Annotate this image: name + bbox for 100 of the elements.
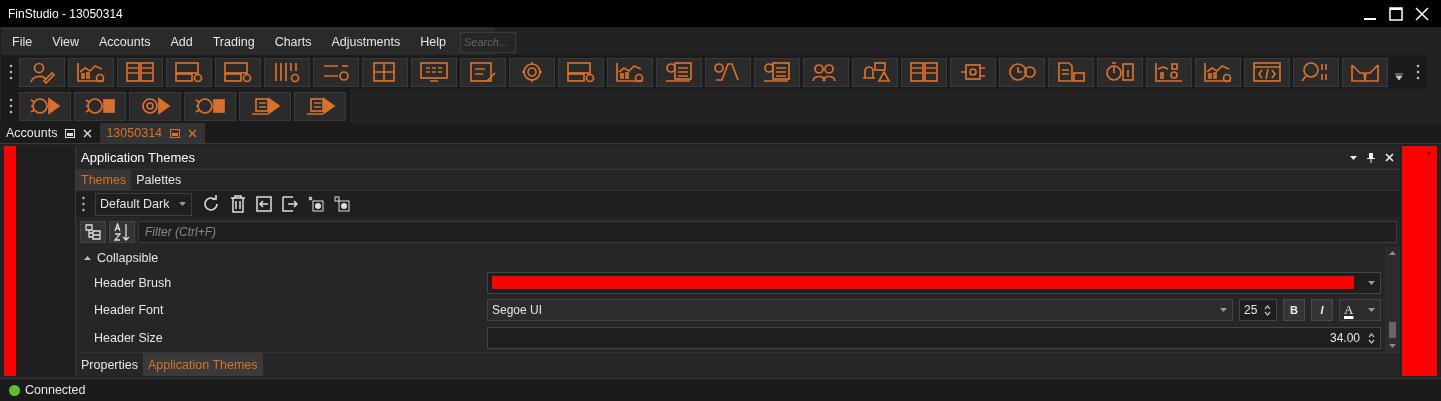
scroll-up-icon[interactable]: [1389, 251, 1396, 255]
menu-item[interactable]: Add: [160, 35, 203, 49]
toolbar-button[interactable]: [950, 57, 996, 87]
toolbar-button[interactable]: [1097, 57, 1143, 87]
property-label: Header Brush: [93, 275, 173, 290]
toolbar-button[interactable]: [239, 91, 291, 121]
panels-icon: [908, 60, 940, 84]
toolbar-button[interactable]: [1293, 57, 1339, 87]
columns-icon: [124, 60, 156, 84]
export-icon[interactable]: [282, 196, 299, 212]
scrollbar[interactable]: [1385, 247, 1400, 352]
menu-item[interactable]: File: [2, 35, 43, 49]
toolbar-button[interactable]: [184, 91, 236, 121]
chart-shapes-icon: [1153, 60, 1185, 84]
list-add-icon: [761, 60, 793, 84]
pin-icon[interactable]: [1367, 152, 1375, 163]
toolbar-button[interactable]: [1048, 57, 1094, 87]
property-label: Header Size: [93, 331, 164, 346]
menu-item[interactable]: Help: [410, 35, 456, 49]
grip-icon[interactable]: [9, 96, 13, 116]
number-spinner[interactable]: 34.00: [487, 327, 1381, 350]
grip-icon[interactable]: [9, 62, 13, 82]
toolbar-button[interactable]: [215, 57, 261, 87]
font-dropdown[interactable]: Segoe UI: [487, 299, 1233, 322]
toolbar-button[interactable]: [166, 57, 212, 87]
overflow-icon[interactable]: [1395, 73, 1403, 81]
toolbar-button[interactable]: [460, 57, 506, 87]
toolbar-button[interactable]: [754, 57, 800, 87]
dropdown-icon[interactable]: [1350, 155, 1357, 160]
toolbar-button[interactable]: [19, 57, 65, 87]
font-size-spinner[interactable]: 25: [1239, 299, 1277, 322]
toolbar-button[interactable]: [362, 57, 408, 87]
candle-chart-icon: [75, 60, 107, 84]
trash-icon[interactable]: [230, 195, 247, 213]
toolbar-button[interactable]: [1146, 57, 1192, 87]
toolbar-button[interactable]: [19, 91, 71, 121]
toolbar-button[interactable]: [117, 57, 163, 87]
status-text: Connected: [25, 383, 86, 397]
toolbar-button[interactable]: [803, 57, 849, 87]
scroll-down-icon[interactable]: [1389, 344, 1396, 348]
caret-icon: [1220, 308, 1227, 313]
toolbar-button[interactable]: [705, 57, 751, 87]
toolbar-button[interactable]: [68, 57, 114, 87]
window-title: FinStudio - 13050314: [8, 6, 123, 21]
filter-field[interactable]: Filter (Ctrl+F): [138, 221, 1397, 243]
toolbar-button[interactable]: [656, 57, 702, 87]
toolbar-button[interactable]: [313, 57, 359, 87]
categorize-button[interactable]: [80, 221, 106, 243]
toolbar-button[interactable]: [411, 57, 457, 87]
toolbar-button[interactable]: [1244, 57, 1290, 87]
refresh-icon[interactable]: [202, 195, 221, 213]
toolbar-button[interactable]: [999, 57, 1045, 87]
documents-icon: [1055, 60, 1087, 84]
stopwatch-info-icon: [1104, 60, 1136, 84]
form-pen-icon: [467, 60, 499, 84]
toolbar-button[interactable]: [607, 57, 653, 87]
list-cancel-icon: [663, 60, 695, 84]
toolbar-button[interactable]: [129, 91, 181, 121]
collapse-icon[interactable]: [84, 255, 91, 260]
toolbar-button[interactable]: [901, 57, 947, 87]
toolbar-button[interactable]: [509, 57, 555, 87]
grip-icon[interactable]: [1416, 62, 1420, 82]
palette-add-icon[interactable]: [334, 196, 351, 212]
font-color-picker[interactable]: A: [1339, 299, 1381, 322]
toolbar-button[interactable]: [852, 57, 898, 87]
menu-item[interactable]: Charts: [264, 35, 322, 49]
toolbar-button[interactable]: [558, 57, 604, 87]
menu-item[interactable]: Adjustments: [321, 35, 411, 49]
toolbar-button[interactable]: [1195, 57, 1241, 87]
toolbar-button[interactable]: [264, 57, 310, 87]
blocks-icon: [173, 60, 205, 84]
toolbar-button[interactable]: [74, 91, 126, 121]
property-label: Header Font: [93, 303, 165, 318]
bold-button[interactable]: B: [1283, 299, 1305, 322]
palette-remove-icon[interactable]: [308, 196, 325, 212]
tree-icon: [85, 224, 101, 240]
monitor-icon: [418, 60, 450, 84]
line-chart-icon: [614, 60, 646, 84]
panel-title: Application Themes: [81, 150, 195, 165]
sort-button[interactable]: [109, 221, 135, 243]
import-icon[interactable]: [256, 196, 273, 212]
panel-tab[interactable]: Properties: [76, 353, 143, 376]
color-picker[interactable]: [487, 271, 1381, 294]
toolbar-button[interactable]: [294, 91, 346, 121]
theme-dropdown[interactable]: Default Dark: [95, 192, 193, 216]
windows-icon: [565, 60, 597, 84]
maximize-icon[interactable]: [1389, 6, 1403, 21]
menu-item[interactable]: View: [42, 35, 90, 49]
window-add-icon: [222, 60, 254, 84]
search-field[interactable]: Search...: [459, 31, 516, 53]
toolbar-button[interactable]: [1342, 57, 1388, 87]
caret-icon: [1368, 280, 1375, 285]
panel-tab[interactable]: Themes: [76, 170, 132, 190]
scroll-thumb[interactable]: [1389, 321, 1396, 338]
grip-icon[interactable]: [82, 195, 85, 213]
italic-button[interactable]: I: [1311, 299, 1333, 322]
menu-item[interactable]: Accounts: [89, 35, 161, 49]
category-label: Collapsible: [97, 250, 159, 265]
caret-icon[interactable]: [1427, 152, 1431, 156]
menu-item[interactable]: Trading: [202, 35, 265, 49]
